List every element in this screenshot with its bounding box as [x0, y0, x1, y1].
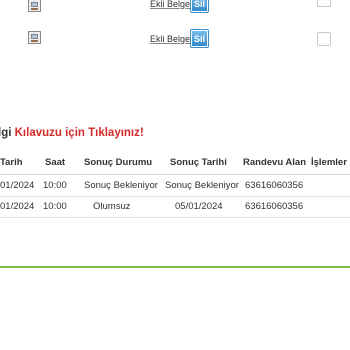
delete-attachment-button[interactable]: Sil	[190, 29, 209, 48]
column-header-saat: Saat	[45, 157, 66, 168]
cell-saat: 10:00	[43, 180, 67, 191]
image-file-icon	[28, 31, 41, 44]
image-file-icon	[28, 0, 41, 12]
column-header-sonuc-tarihi: Sonuç Tarihi	[170, 157, 227, 168]
attachment-checkbox[interactable]	[317, 0, 331, 7]
row-divider	[0, 217, 350, 218]
cell-sonuc-tarihi: 05/01/2024	[175, 201, 223, 212]
cell-tarih: 01/2024	[0, 201, 35, 212]
delete-attachment-button[interactable]: Sil	[190, 0, 209, 13]
cell-sonuc-tarihi: Sonuç Bekleniyor	[165, 180, 239, 191]
column-header-islemler: İşlemler	[311, 157, 347, 168]
cell-randevu-alan: 63616060356	[245, 201, 304, 212]
attachment-row: Ekli Belge Sil	[0, 0, 350, 18]
table-header-divider	[0, 174, 350, 175]
column-header-sonuc-durumu: Sonuç Durumu	[84, 157, 153, 168]
attached-document-link[interactable]: Ekli Belge	[150, 0, 190, 9]
column-header-randevu-alan: Randevu Alan	[243, 157, 306, 168]
guide-text-highlight: Kılavuzu için Tıklayınız!	[14, 127, 144, 139]
cell-randevu-alan: 63616060356	[245, 180, 304, 191]
attachment-checkbox[interactable]	[317, 32, 331, 46]
attached-document-link[interactable]: Ekli Belge	[150, 34, 190, 44]
user-guide-link[interactable]: lgi Kılavuzu için Tıklayınız!	[0, 127, 144, 139]
cell-sonuc-durumu: Sonuç Bekleniyor	[84, 180, 158, 191]
guide-text-prefix: lgi	[0, 127, 12, 139]
cell-sonuc-durumu: Olumsuz	[93, 201, 131, 212]
column-header-tarih: Tarih	[0, 157, 23, 168]
cell-saat: 10:00	[43, 201, 67, 212]
section-divider-bar	[0, 266, 350, 268]
row-divider	[0, 196, 350, 197]
cell-tarih: 01/2024	[0, 180, 35, 191]
attachment-row: Ekli Belge Sil	[0, 28, 350, 54]
